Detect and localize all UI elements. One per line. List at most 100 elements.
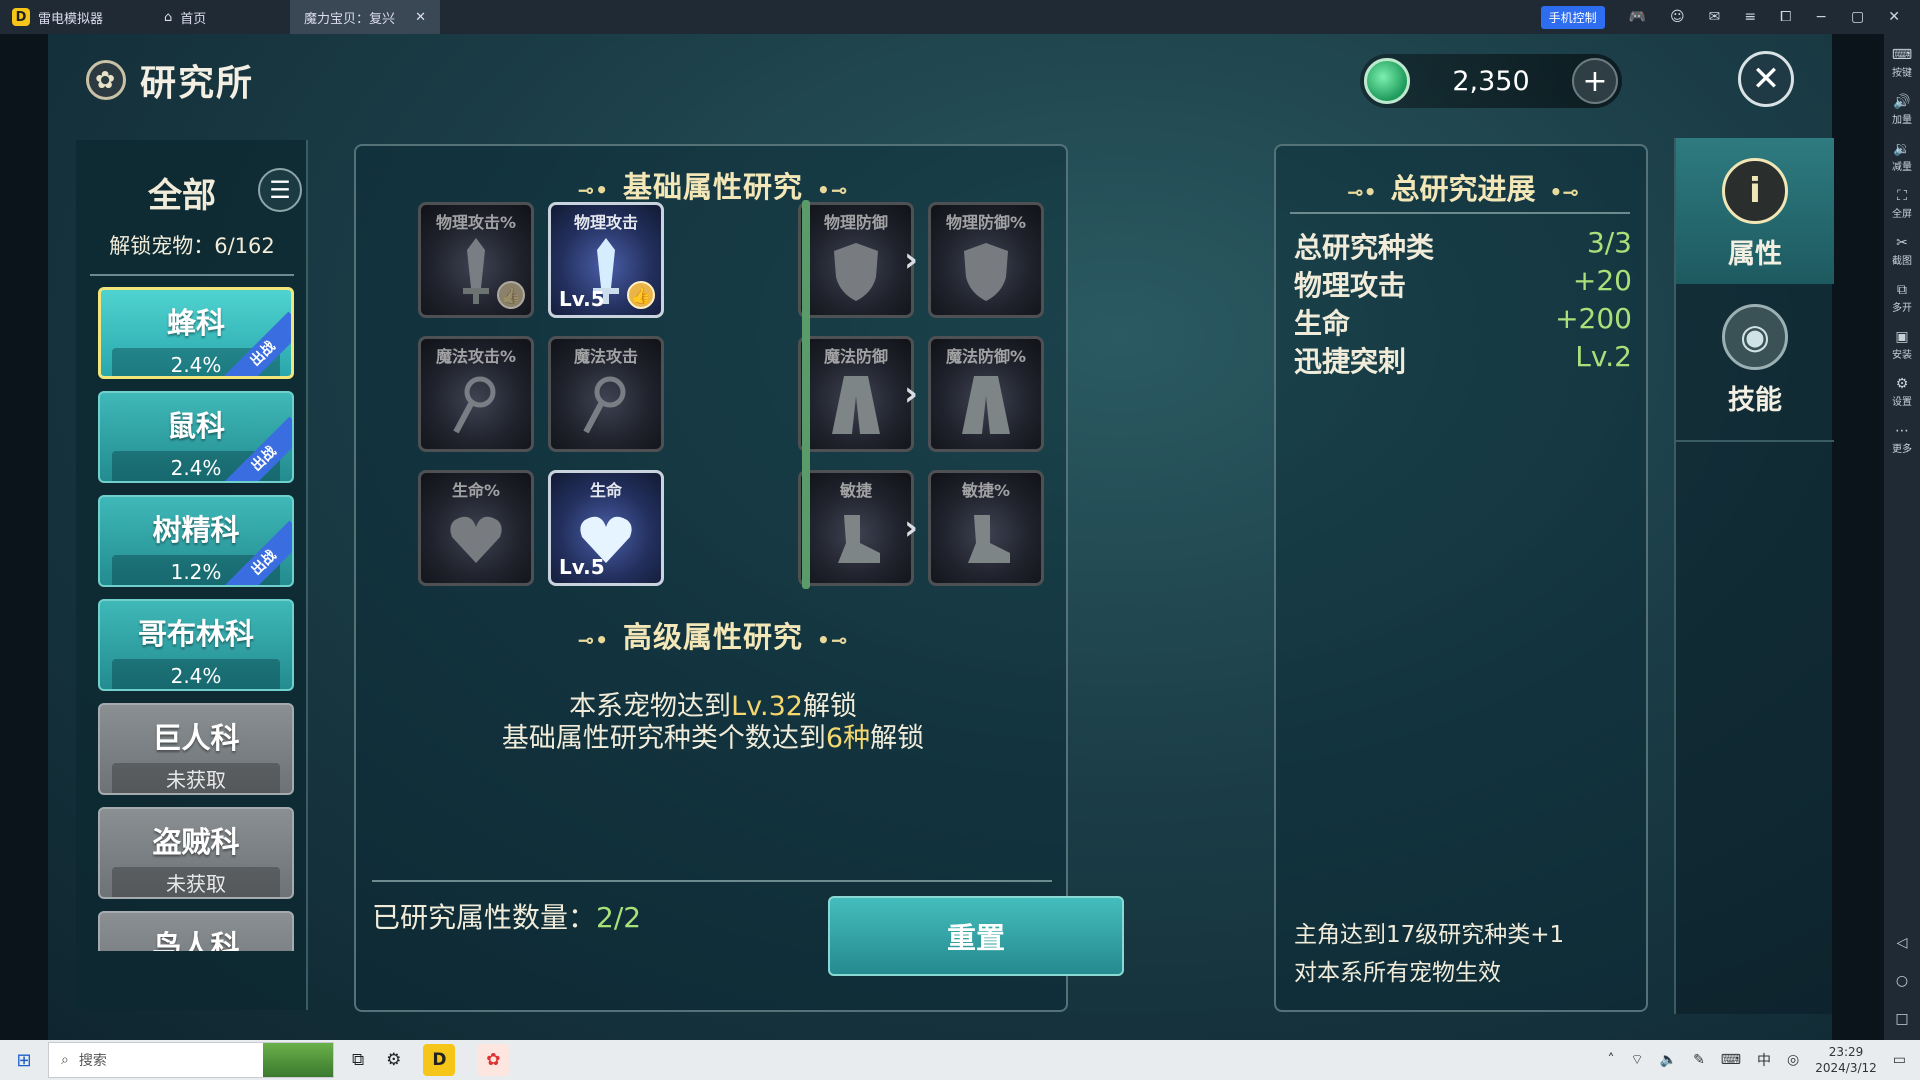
stat-value: 3/3 (1586, 226, 1632, 259)
node-label: 魔法防御 (823, 347, 888, 366)
menu-icon[interactable]: ≡ (1744, 9, 1756, 25)
filter-all-label[interactable]: 全部 (148, 168, 216, 217)
notification-dot-icon[interactable]: ◎ (1787, 1052, 1799, 1068)
chevron-right-icon: › (903, 240, 918, 280)
family-card[interactable]: 巨人科 未获取 (98, 703, 294, 795)
node-agi[interactable]: 敏捷 (798, 470, 914, 586)
family-card[interactable]: 蜂科 2.4% 出战 (98, 287, 294, 379)
family-value: 2.4% (112, 659, 280, 689)
settings-gear-icon[interactable]: ⚙ (386, 1050, 401, 1070)
account-icon[interactable]: ☺ (1670, 9, 1685, 25)
tool-volume-down[interactable]: 🔉 减量 (1892, 140, 1912, 173)
stat-value: +20 (1572, 264, 1632, 297)
node-mag-atk[interactable]: 魔法攻击 (548, 336, 664, 452)
family-card[interactable]: 哥布林科 2.4% (98, 599, 294, 691)
search-icon: ⌕ (61, 1052, 69, 1068)
node-hp[interactable]: 生命 Lv.5 (548, 470, 664, 586)
tool-multi-instance[interactable]: ⧉ 多开 (1892, 281, 1912, 314)
restore-icon[interactable]: ⧠ (1780, 9, 1791, 25)
stat-name: 生命 (1294, 307, 1351, 340)
advanced-unlock-requirements: 本系宠物达到Lv.32解锁 基础属性研究种类个数达到6种解锁 (356, 691, 1070, 755)
node-phys-atk-pct[interactable]: 物理攻击% 👍 (418, 202, 534, 318)
gamepad-icon[interactable]: 🎮 (1629, 9, 1646, 25)
taskbar-search[interactable]: ⌕ 搜索 (48, 1042, 334, 1078)
heart-icon (421, 499, 531, 579)
emulator-toolbar: ⌨ 按键 🔊 加量 🔉 减量 ⛶ 全屏 ✂ 截图 ⧉ 多开 ▣ 安装 ⚙ 设置 ⋯ 更多 ◁ ○ □ (1884, 34, 1920, 1045)
home-circle-icon[interactable]: ○ (1896, 973, 1908, 989)
network-icon[interactable]: ⌔ (1630, 1051, 1643, 1069)
family-card[interactable]: 树精科 1.2% 出战 (98, 495, 294, 587)
reset-button[interactable]: 重置 (828, 896, 1124, 976)
node-hp-pct[interactable]: 生命% (418, 470, 534, 586)
keyboard-tray-icon[interactable]: ⌨ (1721, 1052, 1741, 1068)
family-name: 哥布林科 (137, 617, 254, 651)
title-deco-left: ⊸• (577, 628, 609, 652)
node-mag-def-pct[interactable]: 魔法防御% (928, 336, 1044, 452)
tool-scissors[interactable]: ✂ 截图 (1892, 234, 1912, 267)
requirement-line-2: 基础属性研究种类个数达到6种解锁 (356, 723, 1070, 755)
basic-research-title: ⊸• 基础属性研究 •⊸ (356, 164, 1070, 206)
filter-menu-button[interactable]: ☰ (258, 168, 302, 212)
tab-game[interactable]: 魔力宝贝：复兴 ✕ (290, 0, 440, 34)
tool-label: 按键 (1892, 68, 1912, 79)
node-label: 物理攻击% (435, 213, 517, 232)
note-line-1: 主角达到17级研究种类+1 (1294, 922, 1565, 948)
maximize-icon[interactable]: ▢ (1851, 9, 1864, 25)
ldplayer-taskbar-icon[interactable]: D (423, 1044, 456, 1076)
add-currency-button[interactable]: + (1572, 58, 1618, 104)
tool-keyboard[interactable]: ⌨ 按键 (1892, 46, 1912, 79)
window-close-icon[interactable]: ✕ (1888, 9, 1900, 25)
family-card[interactable]: 鼠科 2.4% 出战 (98, 391, 294, 483)
tool-fullscreen[interactable]: ⛶ 全屏 (1892, 187, 1912, 220)
volume-up-icon: 🔊 (1893, 94, 1911, 110)
tab-skills[interactable]: ◉ 技能 (1676, 284, 1834, 430)
node-phys-def[interactable]: 物理防御 (798, 202, 914, 318)
emulator-logo[interactable]: D 雷电模拟器 (0, 8, 150, 27)
family-list[interactable]: 蜂科 2.4% 出战 鼠科 2.4% 出战 树精科 1.2% 出战哥布林科 2.4% 巨人科 未获取盗… (76, 287, 308, 951)
node-phys-def-pct[interactable]: 物理防御% (928, 202, 1044, 318)
tool-apk-install[interactable]: ▣ 安装 (1892, 328, 1912, 361)
progress-note: 主角达到17级研究种类+1 对本系所有宠物生效 (1294, 916, 1634, 992)
node-mag-atk-pct[interactable]: 魔法攻击% (418, 336, 534, 452)
close-button[interactable]: ✕ (1738, 51, 1794, 107)
node-label: 物理防御% (945, 213, 1027, 232)
research-divider (802, 200, 810, 589)
recents-icon[interactable]: □ (1895, 1011, 1908, 1027)
clock-date: 2024/3/12 (1815, 1061, 1877, 1075)
node-label: 敏捷% (961, 481, 1011, 500)
windows-start-icon[interactable]: ⊞ (0, 1040, 48, 1080)
family-card[interactable]: 盗贼科 未获取 (98, 807, 294, 899)
game-taskbar-icon[interactable]: ✿ (477, 1044, 510, 1076)
family-card[interactable]: 鸟人科 (98, 911, 294, 951)
tab-skills-label: 技能 (1728, 385, 1782, 416)
task-view-icon[interactable]: ⧉ (352, 1050, 364, 1070)
tab-close-icon[interactable]: ✕ (415, 10, 426, 25)
tab-home[interactable]: ⌂ 首页 (150, 0, 290, 34)
node-mag-def[interactable]: 魔法防御 (798, 336, 914, 452)
tool-volume-up[interactable]: 🔊 加量 (1892, 93, 1912, 126)
minimize-icon[interactable]: − (1815, 9, 1827, 25)
back-icon[interactable]: ◁ (1897, 935, 1908, 951)
tray-chevron-icon[interactable]: ˄ (1607, 1052, 1614, 1068)
node-agi-pct[interactable]: 敏捷% (928, 470, 1044, 586)
clock[interactable]: 23:29 2024/3/12 (1815, 1044, 1877, 1076)
node-phys-atk[interactable]: 物理攻击 Lv.5 👍 (548, 202, 664, 318)
mail-icon[interactable]: ✉ (1709, 9, 1721, 25)
stat-row: 生命 +200 (1294, 302, 1632, 342)
pen-icon[interactable]: ✎ (1693, 1052, 1705, 1068)
volume-icon[interactable]: 🔈 (1660, 1052, 1677, 1068)
phone-control-button[interactable]: 手机控制 (1540, 5, 1605, 29)
currency-amount: 2,350 (1452, 65, 1530, 97)
notifications-icon[interactable]: ▭ (1893, 1052, 1906, 1068)
page-title: ✿ 研究所 (86, 54, 254, 106)
ldplayer-logo-icon: D (12, 8, 30, 26)
node-level: Lv.5 (559, 555, 605, 579)
scissors-icon: ✂ (1896, 235, 1908, 251)
tab-attributes[interactable]: i 属性 (1676, 138, 1834, 284)
divider (1676, 440, 1834, 442)
tool-settings[interactable]: ⚙ 设置 (1892, 375, 1912, 408)
node-label: 物理防御 (823, 213, 888, 232)
tool-more[interactable]: ⋯ 更多 (1892, 422, 1912, 455)
ime-icon[interactable]: 中 (1757, 1050, 1771, 1070)
researched-label: 已研究属性数量： (372, 901, 597, 934)
